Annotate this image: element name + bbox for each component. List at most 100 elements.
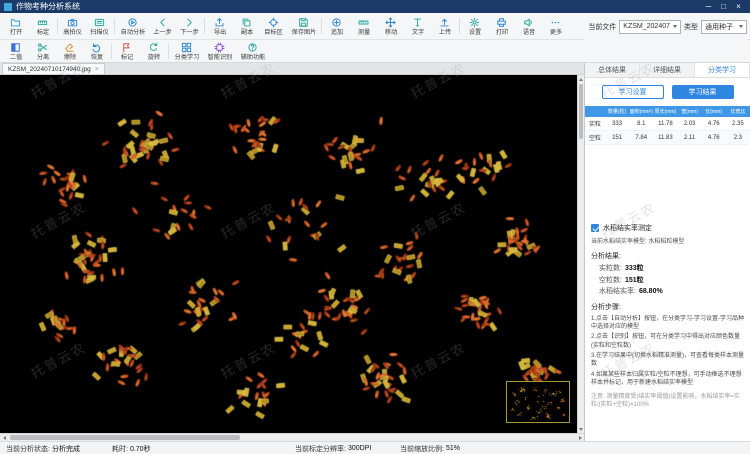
result-item: 实粒数: 333粒 xyxy=(599,264,744,275)
toolbar-button-label: 测量 xyxy=(357,28,370,36)
toolbar-separator xyxy=(57,18,58,34)
navigator-thumbnail[interactable] xyxy=(506,381,570,423)
toolbar-assist-button[interactable]: 辅助功能 xyxy=(236,40,269,62)
toolbar-settings-button[interactable]: 设置 xyxy=(461,13,488,39)
toolbar-erase-button[interactable]: 擦除 xyxy=(56,40,83,62)
analysis-result-title: 分析结果: xyxy=(591,253,621,260)
mark-icon xyxy=(121,42,132,53)
toolbar-button-label: 语音 xyxy=(522,28,535,36)
toolbar-target-button[interactable]: 目标区 xyxy=(260,13,287,39)
toolbar-move-button[interactable]: 移动 xyxy=(377,13,404,39)
toolbar-button-label: 上传 xyxy=(438,28,451,36)
toolbar-button-label: 追加 xyxy=(330,28,343,36)
save-icon xyxy=(298,17,309,28)
toolbar-button-label: 辅助功能 xyxy=(240,53,265,61)
ai-icon xyxy=(214,42,225,53)
results-tab-3[interactable]: 分类学习 xyxy=(695,63,750,77)
toolbar-next-button[interactable]: 下一步 xyxy=(176,13,203,39)
type-value: 通用种子 xyxy=(705,23,733,31)
result-label: 水稻结实率: xyxy=(599,288,636,295)
toolbar-button-label: 导出 xyxy=(213,28,226,36)
current-file-label: 当前文件 xyxy=(588,23,617,31)
vertical-scrollbar[interactable] xyxy=(577,75,584,433)
document-tab-filename: KZSM_20240710174940.jpg xyxy=(8,65,91,73)
analysis-note: 注意: 测量精度受(结实率阈值)设置影响，水稻结实率=实粒/(实粒+空粒)×10… xyxy=(591,393,740,408)
toolbar-calibrate-button[interactable]: 标定 xyxy=(29,13,56,39)
toolbar-button-label: 智能识别 xyxy=(207,53,232,61)
toolbar-scanner-button[interactable]: 扫描仪 xyxy=(86,13,113,39)
toolbar-button-label: 二值 xyxy=(9,53,22,61)
toolbar-learn-button[interactable]: 分类学习 xyxy=(170,40,203,62)
analysis-steps-title: 分析步骤: xyxy=(591,303,621,311)
toolbar-binary-button[interactable]: 二值 xyxy=(2,40,29,62)
document-tab-bar: KZSM_20240710174940.jpg × xyxy=(0,63,584,75)
toolbar-auto-button[interactable]: 自动分析 xyxy=(116,13,149,39)
vertical-scroll-thumb[interactable] xyxy=(579,84,583,139)
tab-close-icon[interactable]: × xyxy=(95,66,99,73)
toolbar-save-button[interactable]: 保存图片 xyxy=(287,13,320,39)
learn-icon xyxy=(181,42,192,53)
current-model-line: 当前水稻结实率模型: 水稻稻粒模型 xyxy=(591,239,685,245)
assist-icon xyxy=(247,42,258,53)
toolbar-text-button[interactable]: 文字 xyxy=(404,13,431,39)
learning-settings-button[interactable]: 学习设置 xyxy=(601,85,664,99)
toolbar-ai-button[interactable]: 智能识别 xyxy=(203,40,236,62)
toolbar-export-button[interactable]: 导出 xyxy=(206,13,233,39)
learning-subtabs: 学习设置 学习结果 xyxy=(585,78,750,106)
scroll-left-arrow[interactable] xyxy=(0,434,8,441)
scroll-right-arrow[interactable] xyxy=(576,434,584,441)
current-file-select[interactable]: KZSM_202407 xyxy=(619,19,681,34)
toolbar-append-button[interactable]: 追加 xyxy=(323,13,350,39)
results-tab-1[interactable]: 总体结果 xyxy=(585,63,640,77)
chevron-down-icon xyxy=(739,25,743,28)
maximize-button[interactable]: □ xyxy=(716,0,731,13)
toolbar-open-button[interactable]: 打开 xyxy=(2,13,29,39)
toolbar-rotate-button[interactable]: 旋转 xyxy=(140,40,167,62)
toolbar-upload-button[interactable]: 上传 xyxy=(431,13,458,39)
app-icon xyxy=(4,2,12,11)
document-tab[interactable]: KZSM_20240710174940.jpg × xyxy=(2,63,105,74)
copy-icon xyxy=(241,17,252,28)
image-area: KZSM_20240710174940.jpg × xyxy=(0,63,584,441)
toolbar-camera-button[interactable]: 高拍仪 xyxy=(59,13,86,39)
horizontal-scroll-thumb[interactable] xyxy=(10,435,240,440)
toolbar-more-button[interactable]: 更多 xyxy=(542,13,569,39)
rice-setting-rate-checkbox[interactable]: 水稻结实率测定 xyxy=(591,223,744,233)
voice-icon xyxy=(523,17,534,28)
toolbar-mark-button[interactable]: 标记 xyxy=(113,40,140,62)
toolbar-button-label: 高拍仪 xyxy=(63,28,82,36)
title-bar: 作物考种分析系统 ─ □ × xyxy=(0,0,750,13)
result-value: 151粒 xyxy=(624,276,644,284)
type-select[interactable]: 通用种子 xyxy=(701,19,747,34)
toolbar-voice-button[interactable]: 语音 xyxy=(515,13,542,39)
analysis-steps: 1.点击【自动分析】按钮，在分类学习-学习设置-学习品种中选择对应的模型 2.点击… xyxy=(591,315,744,390)
toolbar-undo-button[interactable]: 恢复 xyxy=(83,40,110,62)
measurement-table: 数量(粒) 面积(mm²) 周长(mm) 宽(mm) 长(mm) 长宽比 实粒 333 8.1 1… xyxy=(585,106,750,145)
toolbar-button-label: 副本 xyxy=(240,28,253,36)
status-item: 当前缩放比例: 51% xyxy=(400,442,460,454)
result-value: 68.80% xyxy=(638,288,663,295)
table-cell: 11.78 xyxy=(653,117,678,131)
rotate-icon xyxy=(148,42,159,53)
analysis-step: 4.如果某些样本归属实粒/空粒不理想，可手动框选不理想样本并标记，用于新建水稻结… xyxy=(591,371,742,387)
toolbar-print-button[interactable]: 打印 xyxy=(488,13,515,39)
toolbar-split-button[interactable]: 分离 xyxy=(29,40,56,62)
toolbar-prev-button[interactable]: 上一步 xyxy=(149,13,176,39)
seed-specimen-image[interactable] xyxy=(0,75,577,433)
table-header: 长宽比 xyxy=(725,106,750,117)
binary-icon xyxy=(10,42,21,53)
toolbar-separator xyxy=(321,18,322,34)
results-tab-2[interactable]: 详细结果 xyxy=(640,63,695,77)
minimize-button[interactable]: ─ xyxy=(701,0,716,13)
close-button[interactable]: × xyxy=(731,0,746,13)
settings-icon xyxy=(469,17,480,28)
toolbar-copy-button[interactable]: 副本 xyxy=(233,13,260,39)
table-row: 空粒 151 7.84 11.83 2.11 4.76 2.3 xyxy=(585,130,750,145)
target-icon xyxy=(268,17,279,28)
camera-icon xyxy=(67,17,78,28)
horizontal-scrollbar[interactable] xyxy=(0,433,584,441)
learning-results-button[interactable]: 学习结果 xyxy=(671,85,734,99)
current-file-value: KZSM_202407 xyxy=(623,23,670,30)
toolbar-measure-button[interactable]: 测量 xyxy=(350,13,377,39)
table-header: 周长(mm) xyxy=(653,106,678,117)
